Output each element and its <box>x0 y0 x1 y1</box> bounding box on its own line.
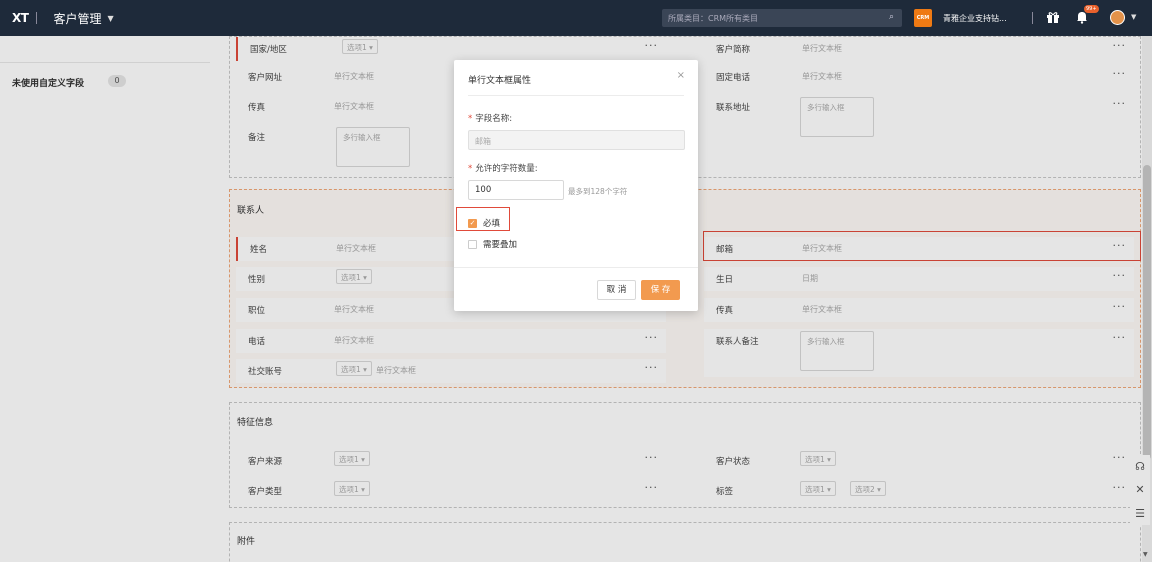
avatar[interactable] <box>1110 10 1125 25</box>
top-divider <box>1032 12 1033 24</box>
required-star: * <box>468 114 473 124</box>
search-input[interactable]: 所属类目：CRM所有类目 ⌕ <box>662 9 902 27</box>
notification-badge: 99+ <box>1084 5 1099 13</box>
dialog-divider <box>468 95 684 96</box>
company-name[interactable]: 青雅企业支持钻... <box>943 13 1007 24</box>
required-star: * <box>468 164 473 174</box>
required-checkbox-highlight <box>456 207 510 231</box>
field-name-input: 邮箱 <box>468 130 685 150</box>
field-name-label: * 字段名称: <box>468 114 513 124</box>
company-logo[interactable]: CRM <box>914 9 932 27</box>
checkbox-icon[interactable] <box>468 239 477 249</box>
search-icon[interactable]: ⌕ <box>889 12 894 22</box>
field-properties-dialog: 单行文本框属性 × * 字段名称: 邮箱 * 允许的字符数量: 100 最多到128… <box>454 60 698 311</box>
stack-label: 需要叠加 <box>483 240 518 250</box>
search-placeholder: 所属类目：CRM所有类目 <box>668 13 759 23</box>
dialog-title: 单行文本框属性 <box>468 76 532 86</box>
app-switcher[interactable]: 客户管理 <box>53 10 101 27</box>
close-icon[interactable]: × <box>677 70 685 81</box>
stack-checkbox[interactable]: 需要叠加 <box>468 238 517 250</box>
chevron-down-icon[interactable]: ▼ <box>1131 13 1136 21</box>
char-count-hint: 最多到128个字符 <box>568 187 628 196</box>
char-count-input[interactable]: 100 <box>468 180 564 200</box>
logo-divider <box>36 12 38 24</box>
app-logo[interactable]: XT <box>12 11 29 25</box>
dialog-footer-divider <box>454 267 698 268</box>
gift-icon[interactable] <box>1046 10 1060 24</box>
char-count-label: * 允许的字符数量: <box>468 164 538 174</box>
cancel-button[interactable]: 取 消 <box>597 280 636 300</box>
chevron-down-icon[interactable]: ▼ <box>107 14 113 23</box>
save-button[interactable]: 保 存 <box>641 280 680 300</box>
